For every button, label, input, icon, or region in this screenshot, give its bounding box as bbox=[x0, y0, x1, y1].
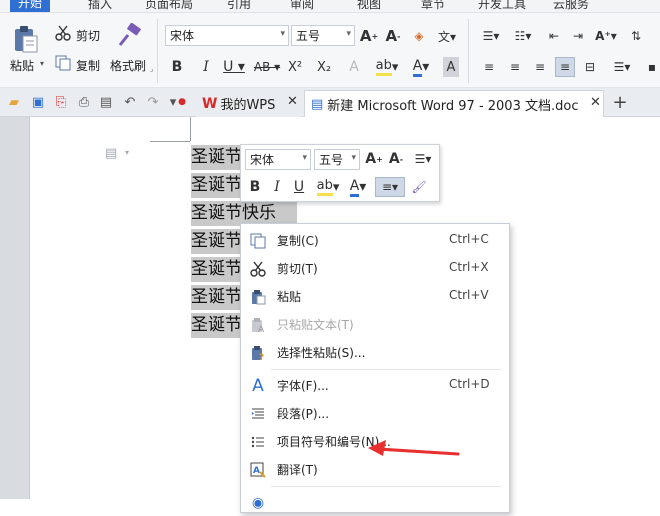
annotation-arrow bbox=[368, 440, 460, 456]
